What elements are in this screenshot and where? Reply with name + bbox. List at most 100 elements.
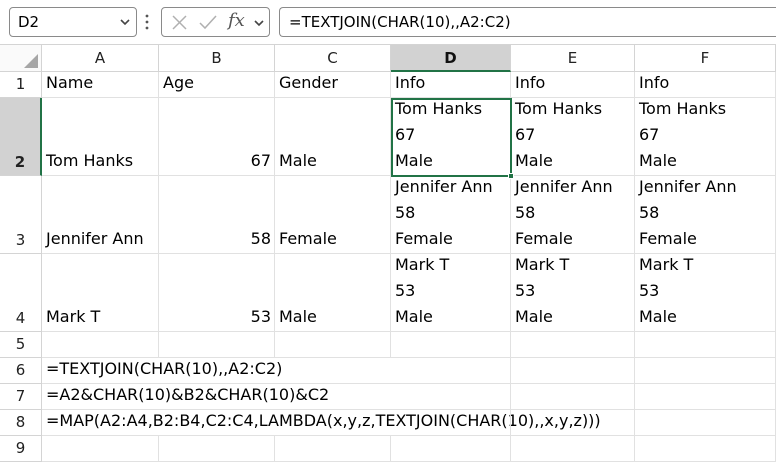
cell-value: 67 — [250, 151, 271, 170]
cell-value: Jennifer Ann 58 Female — [639, 177, 737, 248]
cell-e2[interactable]: Tom Hanks 67 Male — [511, 98, 635, 176]
formula-controls: fx — [161, 7, 270, 37]
select-all-triangle-icon — [24, 54, 38, 68]
cell-value: 58 — [250, 229, 271, 248]
cell-b8[interactable] — [159, 410, 275, 436]
column-header-a[interactable]: A — [42, 45, 159, 72]
row-header-6[interactable]: 6 — [0, 358, 42, 384]
cell-d6[interactable] — [391, 358, 511, 384]
cell-f7[interactable] — [635, 384, 776, 410]
cell-value: Name — [46, 73, 94, 92]
cell-e6[interactable] — [511, 358, 635, 384]
cell-value: Tom Hanks 67 Male — [395, 99, 483, 170]
row-header-7[interactable]: 7 — [0, 384, 42, 410]
row-header-9[interactable]: 9 — [0, 436, 42, 462]
row-header-5[interactable]: 5 — [0, 332, 42, 358]
cell-b5[interactable] — [159, 332, 275, 358]
select-all-button[interactable] — [0, 45, 42, 72]
cell-e5[interactable] — [511, 332, 635, 358]
row-header-4[interactable]: 4 — [0, 254, 42, 332]
name-box-value[interactable]: D2 — [18, 13, 39, 31]
cell-b9[interactable] — [159, 436, 275, 462]
column-header-d[interactable]: D — [391, 45, 511, 72]
vertical-dots-icon[interactable] — [145, 12, 149, 32]
cell-e8[interactable] — [511, 410, 635, 436]
check-icon[interactable] — [198, 14, 218, 31]
cell-a9[interactable] — [42, 436, 159, 462]
chevron-down-icon[interactable] — [253, 17, 265, 29]
cell-c8[interactable] — [275, 410, 391, 436]
row-number: 4 — [15, 309, 26, 327]
cell-a2[interactable]: Tom Hanks — [42, 98, 159, 176]
cell-value: Mark T — [46, 307, 101, 326]
cell-a5[interactable] — [42, 332, 159, 358]
row-header-1[interactable]: 1 — [0, 72, 42, 98]
cell-d1[interactable]: Info — [391, 72, 511, 98]
cell-c7[interactable] — [275, 384, 391, 410]
cell-e4[interactable]: Mark T 53 Male — [511, 254, 635, 332]
row-header-3[interactable]: 3 — [0, 176, 42, 254]
row-header-8[interactable]: 8 — [0, 410, 42, 436]
cell-value: Tom Hanks 67 Male — [515, 99, 603, 170]
cell-value: Jennifer Ann 58 Female — [515, 177, 613, 248]
formula-bar: D2 fx =TEXTJOIN(CHAR(10),,A2:C2) — [0, 0, 776, 45]
insert-function-icon[interactable]: fx — [228, 10, 245, 31]
column-header-f[interactable]: F — [635, 45, 776, 72]
cell-c3[interactable]: Female — [275, 176, 391, 254]
cell-a8[interactable]: =MAP(A2:A4,B2:B4,C2:C4,LAMBDA(x,y,z,TEXT… — [42, 410, 601, 436]
cell-b6[interactable] — [159, 358, 275, 384]
cell-a1[interactable]: Name — [42, 72, 159, 98]
cell-d7[interactable] — [391, 384, 511, 410]
cell-c9[interactable] — [275, 436, 391, 462]
column-header-e[interactable]: E — [511, 45, 635, 72]
cell-e9[interactable] — [511, 436, 635, 462]
cell-f9[interactable] — [635, 436, 776, 462]
cell-b3[interactable]: 58 — [159, 176, 275, 254]
formula-text[interactable]: =TEXTJOIN(CHAR(10),,A2:C2) — [289, 13, 511, 31]
cell-value: Tom Hanks — [46, 151, 134, 170]
cell-d2[interactable]: Tom Hanks 67 Male — [391, 98, 511, 176]
cell-b1[interactable]: Age — [159, 72, 275, 98]
name-box[interactable]: D2 — [9, 7, 137, 37]
cell-f2[interactable]: Tom Hanks 67 Male — [635, 98, 776, 176]
column-header-c[interactable]: C — [275, 45, 391, 72]
row-header-2[interactable]: 2 — [0, 98, 42, 176]
cell-d9[interactable] — [391, 436, 511, 462]
cell-value: =MAP(A2:A4,B2:B4,C2:C4,LAMBDA(x,y,z,TEXT… — [46, 411, 601, 430]
cell-c2[interactable]: Male — [275, 98, 391, 176]
cell-b4[interactable]: 53 — [159, 254, 275, 332]
cell-value: Tom Hanks 67 Male — [639, 99, 727, 170]
row-number: 2 — [14, 153, 26, 171]
cell-c6[interactable] — [275, 358, 391, 384]
cell-f5[interactable] — [635, 332, 776, 358]
cell-a7[interactable]: =A2&CHAR(10)&B2&CHAR(10)&C2 — [42, 384, 329, 410]
row-number: 3 — [15, 231, 26, 249]
row-number: 9 — [15, 439, 26, 457]
cell-d8[interactable] — [391, 410, 511, 436]
cell-c4[interactable]: Male — [275, 254, 391, 332]
cell-f4[interactable]: Mark T 53 Male — [635, 254, 776, 332]
cell-a6[interactable]: =TEXTJOIN(CHAR(10),,A2:C2) — [42, 358, 282, 384]
cell-f8[interactable] — [635, 410, 776, 436]
chevron-down-icon[interactable] — [119, 16, 131, 28]
cell-value: Mark T 53 Male — [395, 255, 450, 326]
cell-d5[interactable] — [391, 332, 511, 358]
cell-f1[interactable]: Info — [635, 72, 776, 98]
formula-input[interactable]: =TEXTJOIN(CHAR(10),,A2:C2) — [279, 7, 776, 37]
cell-d4[interactable]: Mark T 53 Male — [391, 254, 511, 332]
cell-f3[interactable]: Jennifer Ann 58 Female — [635, 176, 776, 254]
cell-e1[interactable]: Info — [511, 72, 635, 98]
column-header-b[interactable]: B — [159, 45, 275, 72]
cell-e7[interactable] — [511, 384, 635, 410]
cancel-x-icon[interactable] — [171, 14, 188, 31]
cell-a3[interactable]: Jennifer Ann — [42, 176, 159, 254]
cell-b7[interactable] — [159, 384, 275, 410]
cell-c5[interactable] — [275, 332, 391, 358]
cell-b2[interactable]: 67 — [159, 98, 275, 176]
cell-e3[interactable]: Jennifer Ann 58 Female — [511, 176, 635, 254]
cell-d3[interactable]: Jennifer Ann 58 Female — [391, 176, 511, 254]
cell-c1[interactable]: Gender — [275, 72, 391, 98]
cell-a4[interactable]: Mark T — [42, 254, 159, 332]
cell-value: Male — [279, 151, 317, 170]
cell-f6[interactable] — [635, 358, 776, 384]
